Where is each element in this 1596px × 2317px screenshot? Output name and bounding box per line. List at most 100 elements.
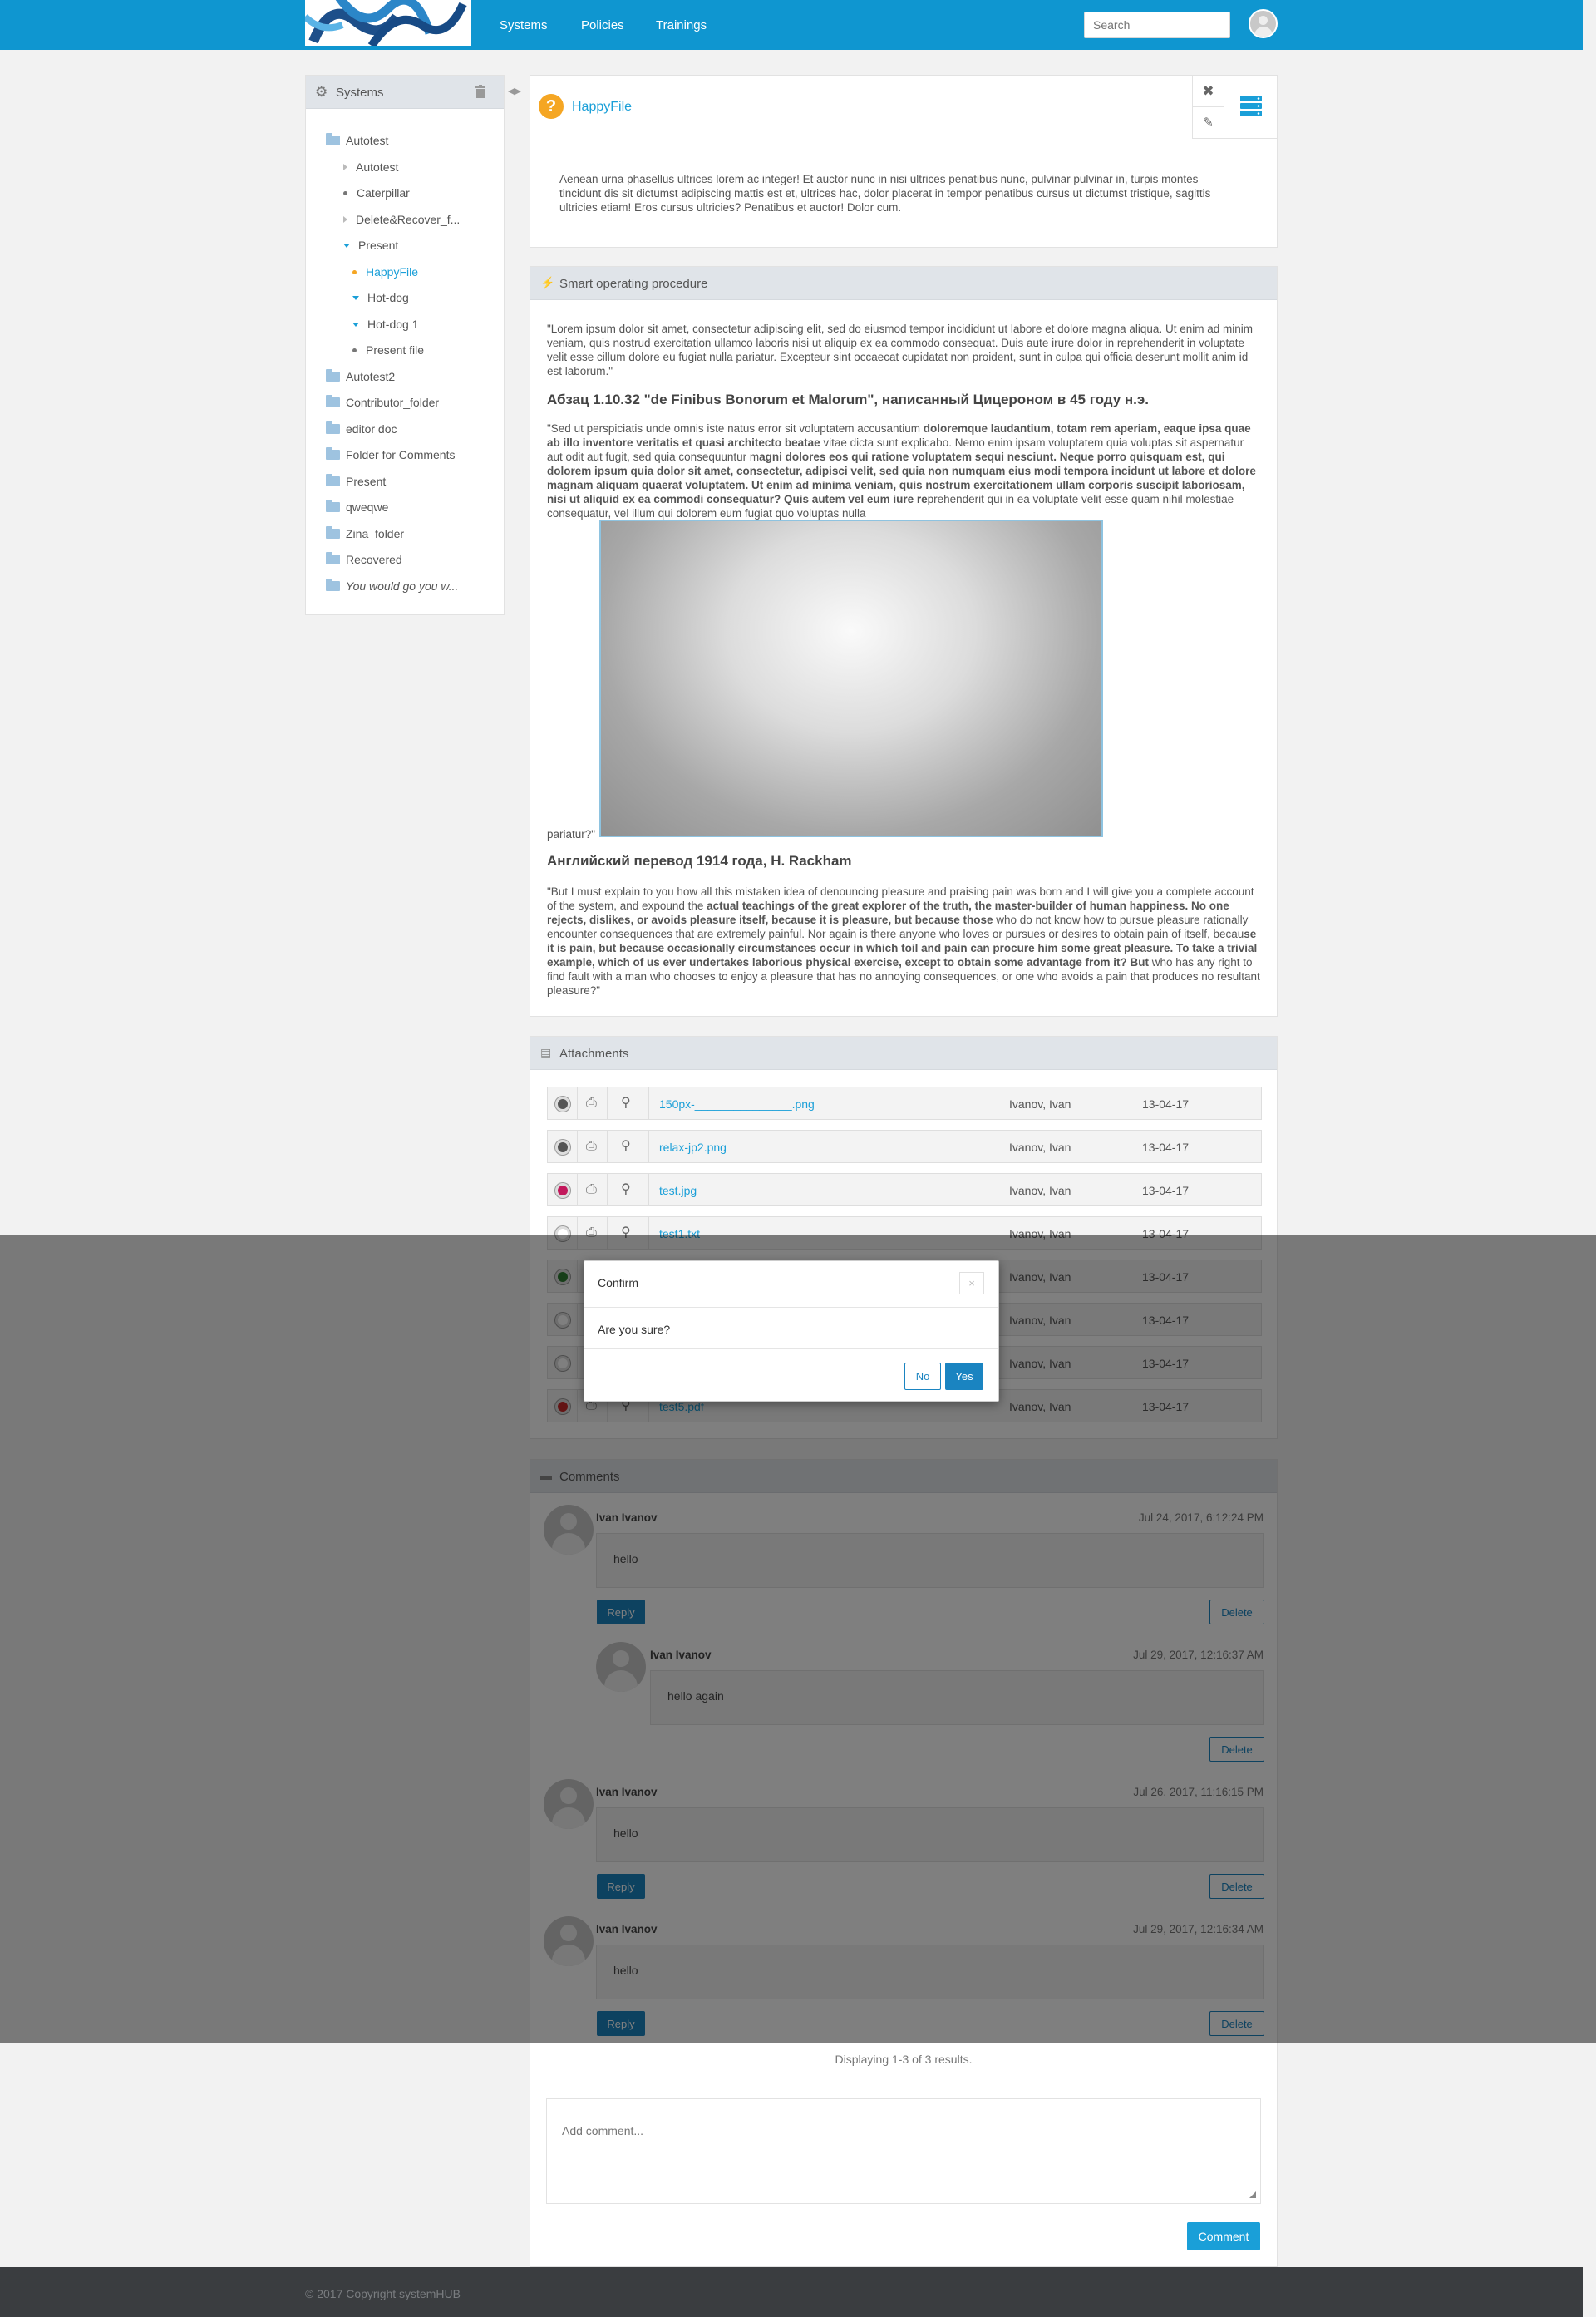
divider [584, 1307, 998, 1308]
attachment-row: ⎙ ⚲ 150px-_______________.png Ivanov, Ivan 1… [547, 1087, 1262, 1120]
tree-item-label: Autotest [356, 160, 399, 174]
procedure-image [599, 520, 1103, 837]
caret-right-icon [343, 216, 347, 223]
question-icon: ? [539, 94, 564, 119]
procedure-title: Smart operating procedure [559, 277, 708, 291]
nav-systems[interactable]: Systems [500, 18, 548, 32]
preview-cell[interactable]: ⚲ [608, 1131, 649, 1162]
search-icon[interactable]: ⚲ [621, 1181, 631, 1198]
folder-icon [326, 526, 340, 539]
attachment-date: 13-04-17 [1142, 1141, 1190, 1154]
tree-item-label: Present [346, 475, 387, 488]
tree-item[interactable]: editor doc [326, 421, 397, 436]
collapse-arrows-icon[interactable]: ◀▶ [508, 86, 521, 96]
download-icon[interactable]: ⎙ [586, 1138, 597, 1155]
tree-item-label: Delete&Recover_f... [356, 213, 461, 226]
search-input[interactable] [1084, 12, 1230, 38]
procedure-paragraph-2-end: pariatur?" [547, 828, 596, 841]
tree-item[interactable]: Hot-dog 1 [352, 318, 418, 331]
file-type-cell [548, 1174, 578, 1205]
confirm-dialog: Confirm × Are you sure? No Yes [584, 1260, 999, 1402]
tree-item-label: Present [358, 239, 399, 252]
file-type-icon [555, 1183, 570, 1198]
resize-handle-icon[interactable] [1249, 2191, 1256, 2198]
attachment-link[interactable]: test.jpg [659, 1184, 697, 1197]
folder-icon [326, 447, 340, 460]
tree-item[interactable]: Hot-dog [352, 291, 409, 304]
tree-item-label: You would go you w... [346, 579, 459, 593]
procedure-paragraph-3: "But I must explain to you how all this … [547, 885, 1262, 998]
dot-icon [352, 270, 357, 274]
add-comment-input[interactable] [546, 2098, 1261, 2204]
gear-icon: ⚙ [315, 84, 328, 100]
nav-trainings[interactable]: Trainings [656, 18, 707, 32]
tree-item[interactable]: Autotest2 [326, 369, 395, 383]
download-cell[interactable]: ⎙ [578, 1174, 608, 1205]
folder-icon [326, 474, 340, 486]
server-icon[interactable] [1224, 76, 1277, 139]
dot-icon [343, 191, 347, 195]
user-avatar[interactable] [1249, 9, 1278, 38]
tree-item[interactable]: Present [326, 474, 387, 488]
caret-down-icon [352, 296, 359, 300]
tree-item[interactable]: Autotest [343, 160, 398, 174]
comment-submit-button[interactable]: Comment [1187, 2222, 1260, 2250]
attachment-row: ⎙ ⚲ relax-jp2.png Ivanov, Ivan 13-04-17 [547, 1130, 1262, 1163]
yes-button[interactable]: Yes [945, 1363, 983, 1390]
search-icon[interactable]: ⚲ [621, 1138, 631, 1155]
caret-down-icon [352, 323, 359, 327]
close-icon[interactable]: × [959, 1272, 984, 1294]
download-cell[interactable]: ⎙ [578, 1131, 608, 1162]
download-icon[interactable]: ⎙ [586, 1095, 597, 1112]
tree-item-active[interactable]: HappyFile [352, 265, 418, 279]
dialog-title: Confirm [598, 1276, 639, 1289]
procedure-heading-1: Абзац 1.10.32 "de Finibus Bonorum et Mal… [547, 392, 1150, 407]
search-icon[interactable]: ⚲ [621, 1095, 631, 1112]
tree-item-label: Hot-dog 1 [367, 318, 419, 331]
attachment-row: ⎙ ⚲ test.jpg Ivanov, Ivan 13-04-17 [547, 1173, 1262, 1206]
pencil-icon[interactable]: ✎ [1192, 107, 1224, 139]
file-title: HappyFile [572, 100, 633, 114]
tree-item[interactable]: Autotest [326, 133, 388, 147]
tree-item[interactable]: Contributor_folder [326, 395, 439, 409]
tree-item-label: Present file [366, 343, 425, 357]
tree-item[interactable]: Caterpillar [343, 186, 410, 200]
folder-icon [326, 579, 340, 591]
no-button[interactable]: No [904, 1363, 941, 1390]
tree-item[interactable]: Recovered [326, 552, 402, 566]
attachment-owner: Ivanov, Ivan [1009, 1097, 1071, 1111]
tree-item-label: Hot-dog [367, 291, 409, 304]
procedure-card: ⚡ Smart operating procedure "Lorem ipsum… [530, 266, 1278, 1017]
sidebar-title: Systems [336, 86, 384, 100]
tree-item[interactable]: Delete&Recover_f... [343, 213, 460, 226]
file-card: ? HappyFile ✖ ✎ Aenean urna phasellus ul… [530, 75, 1278, 248]
tree-item[interactable]: Present [343, 239, 398, 252]
text-run: "Sed ut perspiciatis unde omnis iste nat… [547, 422, 924, 435]
top-navbar: Systems Policies Trainings [0, 0, 1583, 50]
caret-down-icon [343, 244, 350, 248]
download-icon[interactable]: ⎙ [586, 1181, 597, 1198]
trash-icon[interactable] [475, 84, 486, 99]
attachment-link[interactable]: relax-jp2.png [659, 1141, 727, 1154]
tree-item[interactable]: You would go you w... [326, 579, 458, 593]
filename-cell [649, 1174, 1002, 1205]
preview-cell[interactable]: ⚲ [608, 1087, 649, 1119]
download-cell[interactable]: ⎙ [578, 1087, 608, 1119]
procedure-header: ⚡ Smart operating procedure [530, 267, 1277, 300]
attachment-owner: Ivanov, Ivan [1009, 1184, 1071, 1197]
tree-item-label: HappyFile [366, 265, 419, 279]
attachment-date: 13-04-17 [1142, 1184, 1190, 1197]
tree-item[interactable]: Present file [352, 343, 424, 357]
folder-icon [326, 552, 340, 564]
tree-item[interactable]: qweqwe [326, 500, 388, 514]
tree-item-label: Folder for Comments [346, 448, 456, 461]
caret-right-icon [343, 164, 347, 170]
preview-cell[interactable]: ⚲ [608, 1174, 649, 1205]
nav-policies[interactable]: Policies [581, 18, 624, 32]
close-icon[interactable]: ✖ [1192, 76, 1224, 107]
attachment-link[interactable]: 150px-_______________.png [659, 1097, 815, 1111]
tree-item[interactable]: Folder for Comments [326, 447, 456, 461]
logo[interactable] [305, 0, 471, 46]
tree-item[interactable]: Zina_folder [326, 526, 404, 540]
attachments-header: ▤ Attachments [530, 1037, 1277, 1070]
